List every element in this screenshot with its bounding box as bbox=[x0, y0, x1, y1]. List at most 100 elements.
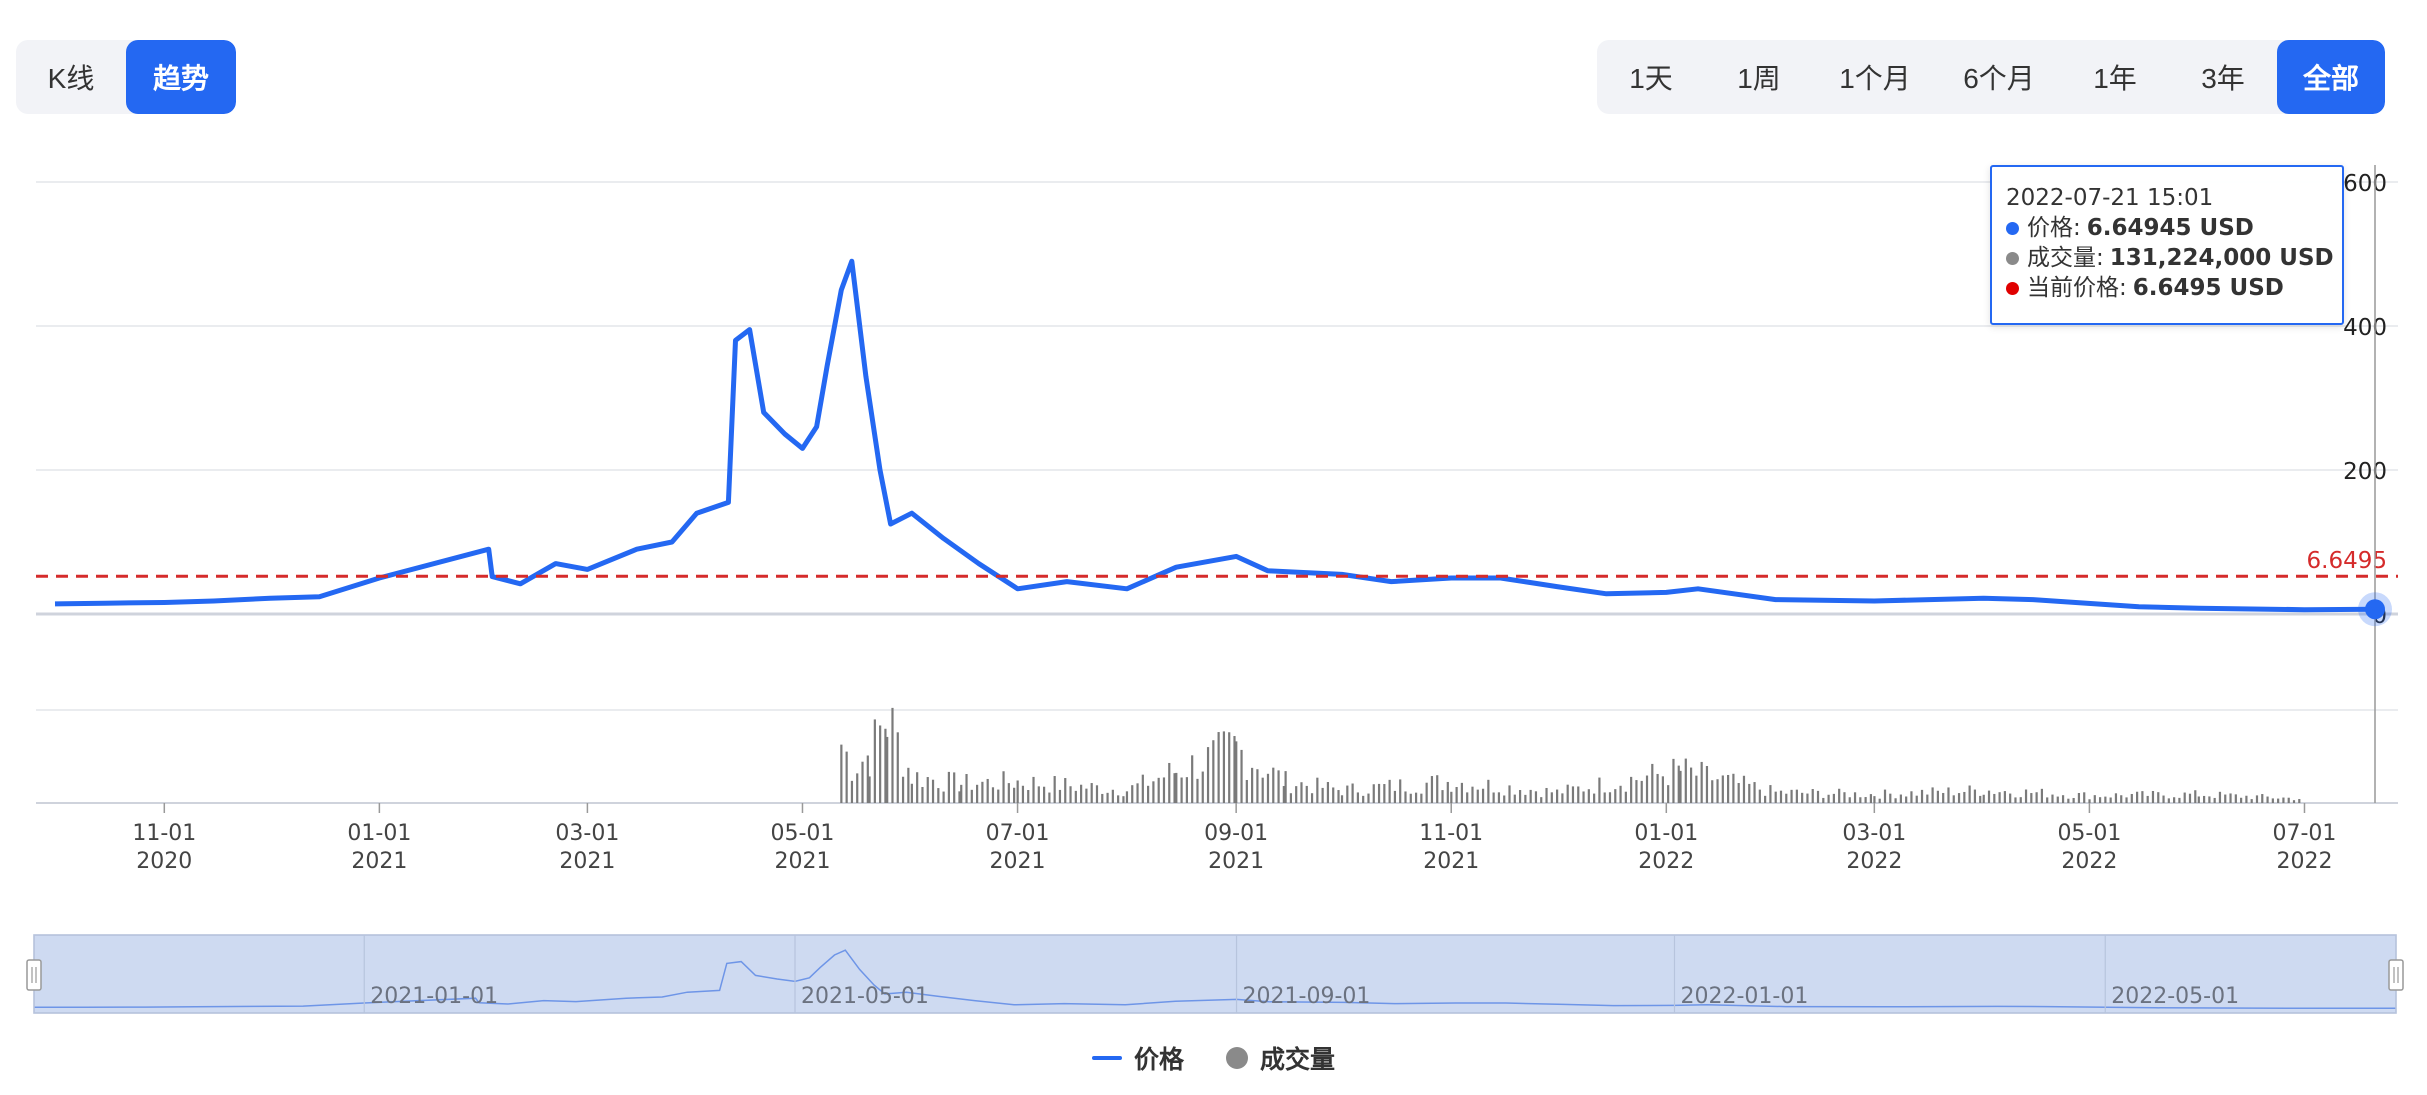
volume-bar bbox=[1346, 785, 1349, 803]
volume-bar bbox=[1700, 761, 1703, 803]
volume-bar bbox=[1905, 796, 1908, 803]
volume-bar bbox=[1630, 776, 1633, 803]
volume-bar bbox=[2125, 797, 2128, 803]
volume-bar bbox=[2146, 795, 2149, 803]
volume-bar bbox=[1217, 732, 1220, 803]
volume-bar bbox=[1414, 792, 1418, 803]
volume-bar bbox=[970, 789, 973, 803]
volume-bar bbox=[2067, 798, 2070, 803]
volume-bar bbox=[1801, 792, 1804, 803]
volume-bar bbox=[1240, 749, 1243, 803]
volume-bar bbox=[1899, 794, 1902, 803]
volume-bar bbox=[1340, 795, 1344, 803]
volume-bar bbox=[2208, 796, 2211, 803]
volume-bar bbox=[1085, 788, 1088, 803]
volume-bar bbox=[901, 776, 905, 803]
volume-bar bbox=[1982, 794, 1985, 803]
handle-grip-icon bbox=[26, 959, 42, 991]
volume-bar bbox=[1711, 780, 1714, 803]
volume-bar bbox=[2287, 797, 2290, 803]
volume-bar bbox=[1973, 789, 1977, 803]
legend-item-price[interactable]: 价格 bbox=[1091, 1040, 1184, 1076]
volume-bar bbox=[1168, 762, 1171, 803]
volume-bar bbox=[947, 771, 950, 803]
volume-bar bbox=[2088, 799, 2091, 803]
volume-bar bbox=[1450, 791, 1453, 803]
volume-bar bbox=[1367, 793, 1370, 803]
tooltip-price-label: 价格: bbox=[2027, 215, 2081, 241]
volume-bar bbox=[1425, 782, 1428, 803]
chart-legend: 价格 成交量 bbox=[0, 1040, 2427, 1076]
volume-bar bbox=[2114, 793, 2118, 803]
volume-bar bbox=[2014, 797, 2017, 803]
volume-bar bbox=[1742, 775, 1746, 803]
volume-bar bbox=[1212, 740, 1215, 803]
volume-bar bbox=[1289, 793, 1293, 803]
volume-bar bbox=[1430, 776, 1434, 803]
volume-bar bbox=[1513, 794, 1516, 803]
volume-bar bbox=[926, 777, 929, 803]
volume-bar bbox=[1931, 787, 1934, 803]
navigator-label: 2022-05-01 bbox=[2111, 984, 2239, 1009]
volume-bar bbox=[2051, 794, 2054, 803]
volume-bar bbox=[942, 791, 945, 803]
volume-bar bbox=[1284, 771, 1287, 803]
volume-bar bbox=[1603, 792, 1606, 803]
volume-bar bbox=[1915, 795, 1918, 803]
volume-bar bbox=[1889, 793, 1892, 803]
volume-bar bbox=[1310, 793, 1314, 803]
x-tick-label: 03-01 bbox=[1842, 821, 1906, 846]
volume-bar bbox=[2194, 790, 2197, 803]
volume-bar bbox=[1614, 789, 1617, 803]
volume-bar bbox=[1362, 795, 1365, 803]
volume-bar bbox=[1790, 789, 1793, 803]
volume-bar bbox=[1758, 789, 1761, 803]
volume-bar bbox=[1460, 782, 1464, 803]
volume-bar bbox=[2035, 792, 2038, 803]
volume-bar bbox=[1383, 784, 1386, 803]
y-tick-label: 400 bbox=[2343, 315, 2387, 341]
volume-bar bbox=[1222, 731, 1226, 803]
volume-bar bbox=[1441, 790, 1444, 803]
volume-bar bbox=[1873, 796, 1876, 803]
volume-bar bbox=[1737, 783, 1740, 803]
volume-bar bbox=[856, 773, 859, 803]
volume-bar bbox=[1027, 789, 1030, 803]
volume-bar bbox=[1295, 786, 1298, 803]
volume-bar bbox=[1795, 789, 1798, 803]
navigator-right-handle[interactable] bbox=[2388, 959, 2404, 991]
tooltip-current-value: 6.6495 USD bbox=[2132, 275, 2284, 301]
volume-bar bbox=[1228, 732, 1231, 803]
volume-bar bbox=[2292, 800, 2296, 803]
volume-bar bbox=[1838, 788, 1841, 803]
volume-bar bbox=[2024, 789, 2028, 803]
volume-bar bbox=[1016, 780, 1019, 803]
volume-bar bbox=[976, 784, 979, 803]
volume-bar bbox=[2298, 799, 2301, 803]
volume-bar bbox=[1540, 797, 1543, 803]
volume-bar bbox=[1117, 795, 1120, 803]
volume-bar bbox=[1305, 785, 1308, 803]
volume-bar bbox=[2202, 795, 2206, 803]
volume-bar bbox=[2266, 796, 2269, 803]
volume-bar bbox=[907, 767, 910, 803]
volume-bar bbox=[1827, 794, 1830, 803]
volume-bar bbox=[1455, 787, 1458, 803]
volume-bar bbox=[1152, 781, 1155, 803]
volume-bar bbox=[1598, 777, 1601, 803]
volume-bar bbox=[1816, 790, 1820, 803]
navigator-left-handle[interactable] bbox=[26, 959, 42, 991]
volume-bar bbox=[1356, 792, 1359, 803]
volume-bar bbox=[1979, 795, 1982, 803]
volume-bar bbox=[1848, 797, 1851, 803]
legend-item-volume[interactable]: 成交量 bbox=[1226, 1040, 1335, 1076]
volume-bar bbox=[2040, 788, 2044, 803]
volume-bar bbox=[1256, 769, 1259, 803]
volume-bar bbox=[1566, 784, 1569, 803]
volume-bar bbox=[1524, 794, 1527, 803]
volume-bar bbox=[953, 772, 956, 803]
volume-bar bbox=[1545, 787, 1548, 803]
hover-marker bbox=[2365, 599, 2385, 620]
legend-volume-label: 成交量 bbox=[1260, 1046, 1336, 1074]
volume-bar bbox=[1141, 774, 1144, 803]
